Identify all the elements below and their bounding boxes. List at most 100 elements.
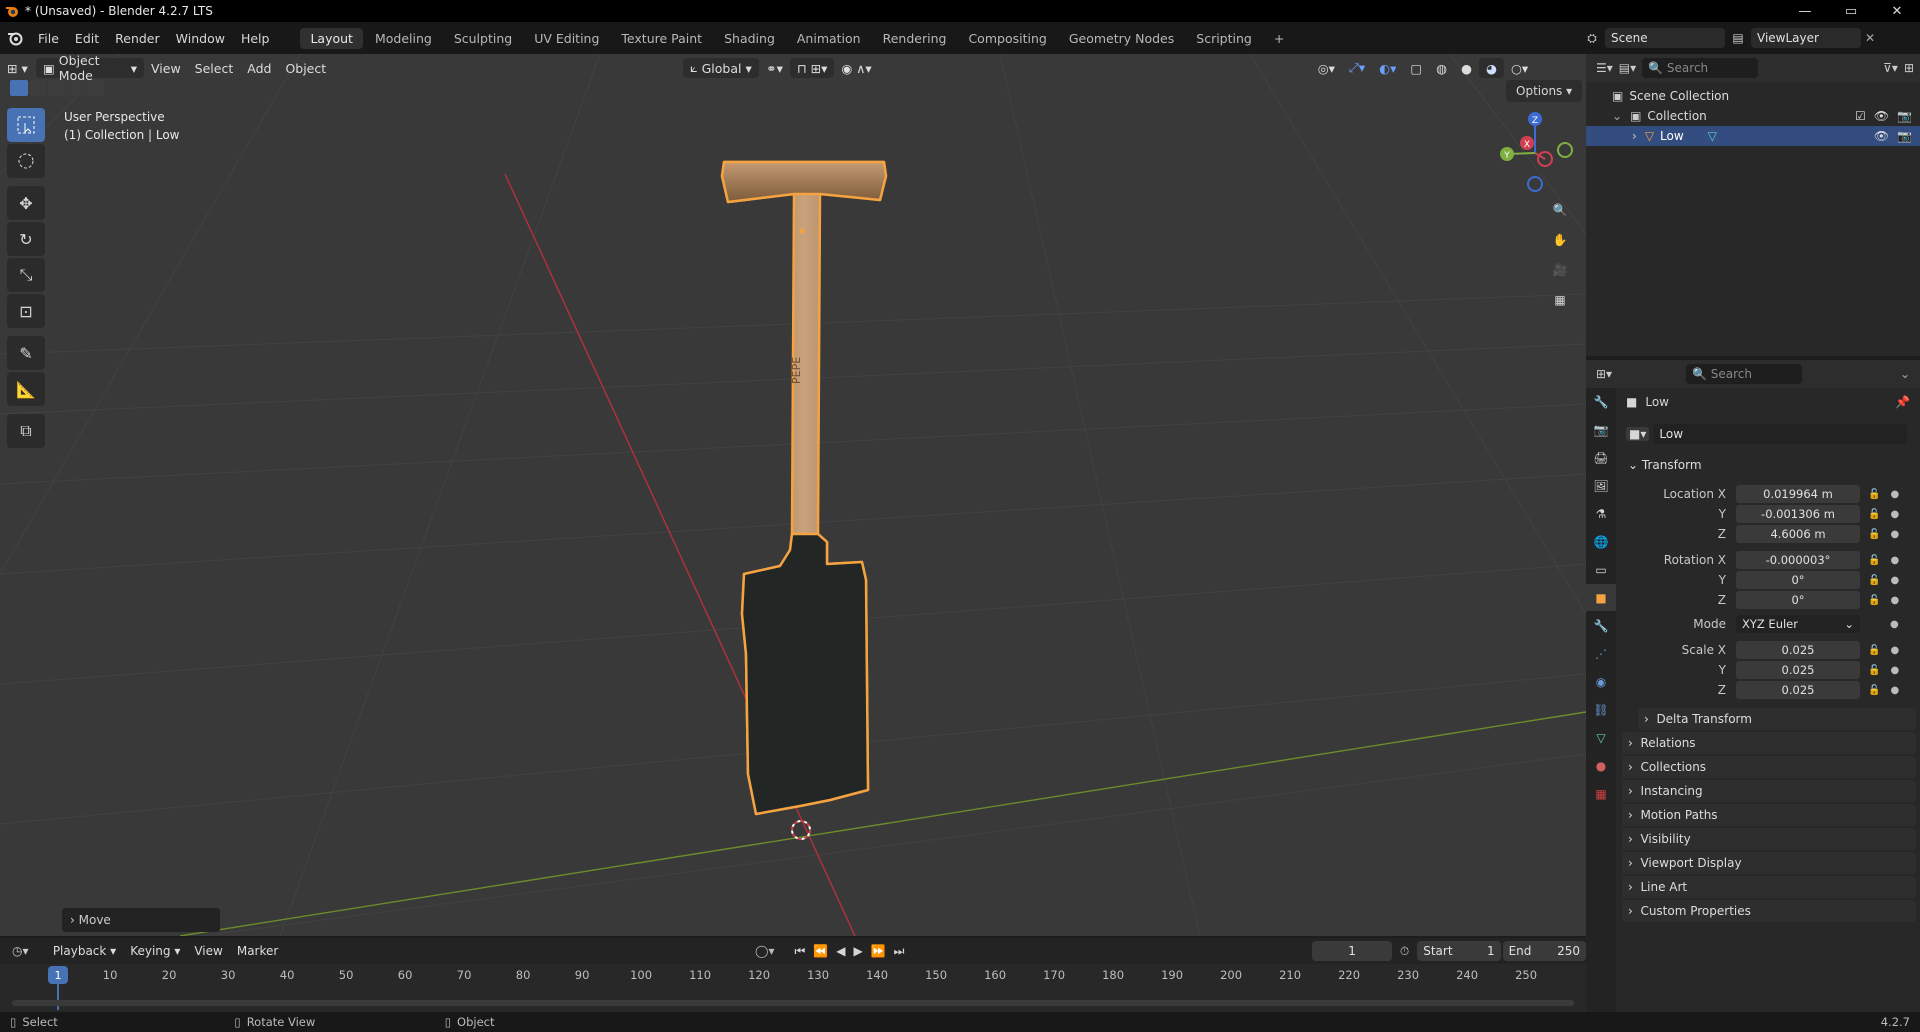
material-tab-icon[interactable]: ● (1586, 752, 1616, 779)
object-menu[interactable]: Object (278, 58, 333, 78)
shading-material-icon[interactable]: ◕ (1479, 58, 1504, 78)
tab-animation[interactable]: Animation (787, 28, 871, 49)
rotation-y-field[interactable]: 0° (1736, 571, 1860, 589)
tab-compositing[interactable]: Compositing (958, 28, 1056, 49)
physics-tab-icon[interactable]: ◉ (1586, 668, 1616, 695)
grid-view-icon[interactable]: ▦ (1546, 286, 1574, 314)
outliner-row-scene-collection[interactable]: ▣ Scene Collection (1586, 86, 1920, 106)
move-tool[interactable]: ✥ (7, 186, 45, 220)
viewport-display-panel[interactable]: › Viewport Display (1622, 852, 1916, 874)
motion-paths-panel[interactable]: › Motion Paths (1622, 804, 1916, 826)
menu-render[interactable]: Render (107, 31, 168, 46)
rotation-x-field[interactable]: -0.000003° (1736, 551, 1860, 569)
properties-search-input[interactable]: 🔍 Search (1686, 364, 1802, 384)
auto-keying-icon[interactable]: ◯▾ (755, 944, 774, 958)
view-menu[interactable]: View (144, 58, 188, 78)
location-x-field[interactable]: 0.019964 m (1736, 485, 1860, 503)
play-icon[interactable]: ▶ (853, 944, 862, 958)
xray-icon[interactable]: ▢ (1403, 58, 1429, 78)
menu-file[interactable]: File (30, 31, 67, 46)
lock-icon[interactable]: 🔓 (1868, 529, 1880, 540)
timeline-view-menu[interactable]: View (187, 941, 229, 961)
properties-editor-icon[interactable]: ⊞▾ (1596, 367, 1630, 381)
checkbox-icon[interactable]: ☑ (1855, 109, 1866, 123)
start-frame-field[interactable]: Start 1 (1417, 941, 1501, 961)
navigation-gizmo[interactable]: Z Y X (1490, 108, 1580, 198)
maximize-button[interactable]: ▭ (1828, 0, 1874, 22)
camera-icon[interactable]: 📷 (1897, 109, 1912, 123)
visibility-panel[interactable]: › Visibility (1622, 828, 1916, 850)
rotate-tool[interactable]: ↻ (7, 222, 45, 256)
last-operator-panel[interactable]: › Move (62, 908, 220, 932)
close-button[interactable]: ✕ (1874, 0, 1920, 22)
keyframe-dot-icon[interactable]: ● (1890, 595, 1899, 606)
options-button[interactable]: Options ▾ (1506, 80, 1583, 102)
select-extend-icon[interactable] (29, 80, 47, 96)
new-collection-icon[interactable]: ⊞ (1904, 61, 1914, 75)
delta-transform-panel[interactable]: › Delta Transform (1638, 708, 1916, 730)
chevron-right-icon[interactable]: › (1632, 129, 1637, 143)
keyframe-dot-icon[interactable]: ● (1890, 509, 1899, 520)
shading-solid-icon[interactable]: ● (1454, 58, 1479, 78)
relations-panel[interactable]: › Relations (1622, 732, 1916, 754)
add-workspace-button[interactable]: + (1264, 28, 1294, 49)
modifier-tab-icon[interactable]: 🔧 (1586, 612, 1616, 639)
outliner-row-low[interactable]: › ▽ Low ▽ 👁 📷 (1586, 126, 1920, 146)
viewlayer-field[interactable]: ViewLayer (1751, 28, 1861, 48)
lock-icon[interactable]: 🔓 (1868, 555, 1880, 566)
outliner-row-collection[interactable]: ⌄ ▣ Collection ☑ 👁 📷 (1586, 106, 1920, 126)
custom-properties-panel[interactable]: › Custom Properties (1622, 900, 1916, 922)
add-menu[interactable]: Add (240, 58, 278, 78)
select-invert-icon[interactable] (67, 80, 85, 96)
data-tab-icon[interactable]: ▽ (1586, 724, 1616, 751)
world-tab-icon[interactable]: 🌐 (1586, 528, 1616, 555)
chevron-down-icon[interactable]: ⌄ (1612, 109, 1622, 123)
tab-modeling[interactable]: Modeling (365, 28, 442, 49)
jump-end-icon[interactable]: ⏭ (894, 944, 905, 959)
constraints-tab-icon[interactable]: ⛓ (1586, 696, 1616, 723)
timeline-scrollbar[interactable] (12, 1000, 1574, 1006)
collection-tab-icon[interactable]: ▭ (1586, 556, 1616, 583)
menu-help[interactable]: Help (233, 31, 278, 46)
transform-panel-header[interactable]: ⌄ Transform (1622, 454, 1916, 476)
pan-hand-icon[interactable]: ✋ (1546, 226, 1574, 254)
eye-icon[interactable]: 👁 (1874, 129, 1889, 143)
instancing-panel[interactable]: › Instancing (1622, 780, 1916, 802)
lock-icon[interactable]: 🔓 (1868, 665, 1880, 676)
scale-z-field[interactable]: 0.025 (1736, 681, 1860, 699)
gizmo-toggle-icon[interactable]: ⤢▾ (1342, 58, 1372, 78)
select-new-icon[interactable] (10, 80, 28, 96)
tab-layout[interactable]: Layout (300, 27, 363, 49)
menu-edit[interactable]: Edit (67, 31, 107, 46)
proportional-edit-icon[interactable]: ◉ ∧▾ (834, 58, 878, 78)
select-subtract-icon[interactable] (48, 80, 66, 96)
mode-dropdown[interactable]: ▣ Object Mode ▾ (36, 53, 144, 83)
end-frame-field[interactable]: End 250 (1502, 941, 1586, 961)
select-intersect-icon[interactable] (86, 80, 104, 96)
lock-icon[interactable]: 🔓 (1868, 509, 1880, 520)
tab-texture-paint[interactable]: Texture Paint (611, 28, 712, 49)
render-tab-icon[interactable]: 📷 (1586, 416, 1616, 443)
chevron-down-icon[interactable]: ⌄ (1900, 367, 1910, 381)
object-type-icon[interactable]: ■▾ (1626, 427, 1650, 441)
select-box-tool[interactable] (7, 108, 45, 142)
outliner-search-input[interactable]: 🔍 Search (1642, 58, 1759, 78)
pivot-icon[interactable]: ⚭▾ (759, 58, 790, 78)
scale-y-field[interactable]: 0.025 (1736, 661, 1860, 679)
use-preview-range-icon[interactable]: ⏱ (1400, 944, 1409, 959)
playback-menu[interactable]: Playback ▾ (46, 941, 123, 961)
tab-geometry-nodes[interactable]: Geometry Nodes (1059, 28, 1184, 49)
texture-tab-icon[interactable]: ▦ (1586, 780, 1616, 807)
visibility-icon[interactable]: ◎▾ (1311, 58, 1342, 78)
snap-icon[interactable]: ⊓ ⊞▾ (789, 58, 835, 78)
select-menu[interactable]: Select (188, 58, 241, 78)
zoom-icon[interactable]: 🔍 (1546, 196, 1574, 224)
annotate-tool[interactable]: ✎ (7, 336, 45, 370)
tab-rendering[interactable]: Rendering (873, 28, 957, 49)
timeline-editor-icon[interactable]: ◷▾ (12, 944, 46, 958)
minimize-button[interactable]: — (1782, 0, 1828, 22)
jump-start-icon[interactable]: ⏮ (794, 944, 805, 959)
location-y-field[interactable]: -0.001306 m (1736, 505, 1860, 523)
lock-icon[interactable]: 🔓 (1868, 575, 1880, 586)
camera-icon[interactable]: 📷 (1897, 129, 1912, 143)
